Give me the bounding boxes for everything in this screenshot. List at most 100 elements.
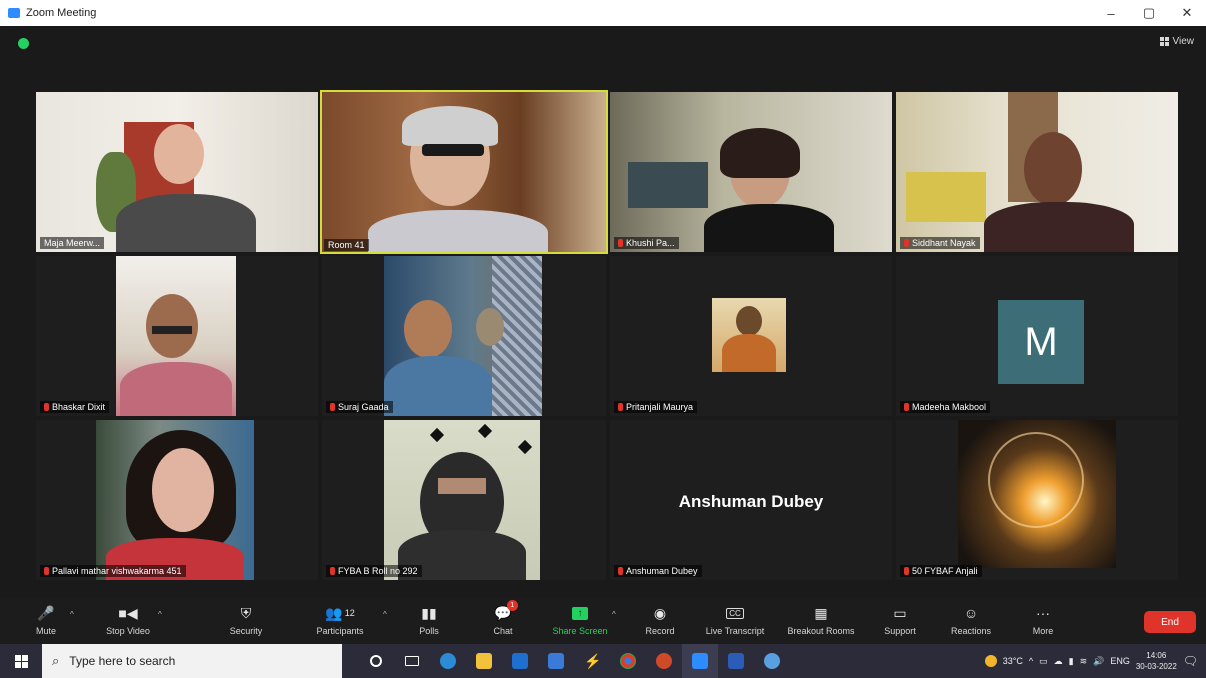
powerpoint-app[interactable]: [646, 644, 682, 678]
support-button[interactable]: ▭ Support: [880, 602, 920, 637]
stop-video-button[interactable]: ■◀ Stop Video: [98, 602, 158, 637]
zoom-app[interactable]: [682, 644, 718, 678]
breakout-rooms-button[interactable]: ▦ Breakout Rooms: [782, 602, 860, 637]
video-tile[interactable]: Pallavi mathar vishwakarma 451: [36, 420, 318, 580]
mic-muted-icon: [618, 567, 623, 575]
zoom-logo-icon: [8, 8, 20, 18]
participants-count: 12: [344, 608, 355, 618]
video-tile[interactable]: 50 FYBAF Anjali: [896, 420, 1178, 580]
maximize-button[interactable]: ▢: [1130, 0, 1168, 26]
video-options-chevron-icon[interactable]: ^: [158, 610, 162, 619]
participant-name: Anshuman Dubey: [614, 565, 702, 577]
mail-app[interactable]: [502, 644, 538, 678]
winamp-app[interactable]: ⚡: [574, 644, 610, 678]
encryption-shield-icon[interactable]: [18, 38, 29, 49]
chrome-icon: [620, 653, 636, 669]
breakout-rooms-icon: ▦: [814, 604, 828, 621]
windows-logo-icon: [14, 654, 28, 668]
word-app[interactable]: [718, 644, 754, 678]
title-bar: Zoom Meeting – ▢ ✕: [0, 0, 1206, 26]
mute-button[interactable]: 🎤 Mute: [30, 602, 62, 637]
weather-temperature[interactable]: 33°C: [1003, 656, 1023, 666]
network-icon[interactable]: ▭: [1039, 656, 1048, 667]
clock[interactable]: 14:06 30-03-2022: [1136, 650, 1177, 672]
grid-view-icon: [1159, 37, 1169, 46]
share-screen-button[interactable]: ↑ Share Screen: [548, 602, 612, 636]
mic-muted-icon: [618, 239, 623, 247]
wifi-icon[interactable]: ≋: [1080, 656, 1088, 667]
powerpoint-icon: [656, 653, 672, 669]
end-meeting-button[interactable]: End: [1144, 611, 1196, 633]
more-dots-icon: ···: [1036, 605, 1050, 621]
chat-button[interactable]: 💬 1 Chat: [488, 600, 518, 636]
word-icon: [728, 653, 744, 669]
video-tile[interactable]: Maja Meerw...: [36, 92, 318, 252]
video-camera-icon: ■◀: [118, 604, 138, 621]
minimize-button[interactable]: –: [1092, 0, 1130, 26]
live-transcript-button[interactable]: CC Live Transcript: [700, 602, 770, 636]
meeting-controls: 🎤 Mute ^ ■◀ Stop Video ^ ⛨ Security 👥 12 …: [0, 598, 1206, 644]
gallery-view: View Maja Meerw... Room 41 Khushi Pa... …: [0, 26, 1206, 598]
participant-name: Room 41: [324, 239, 369, 251]
participant-name: Madeeha Makbool: [900, 401, 991, 413]
search-icon: ⌕: [52, 653, 60, 668]
taskbar-search-box[interactable]: ⌕ Type here to search: [42, 644, 342, 678]
system-tray: 33°C ^ ▭ ☁ ▮ ≋ 🔊 ENG 14:06 30-03-2022 🗨: [984, 644, 1206, 678]
view-button[interactable]: View: [1159, 36, 1195, 47]
audio-options-chevron-icon[interactable]: ^: [70, 610, 74, 619]
volume-icon[interactable]: 🔊: [1093, 656, 1104, 667]
video-tile[interactable]: Anshuman Dubey Anshuman Dubey: [610, 420, 892, 580]
close-button[interactable]: ✕: [1168, 0, 1206, 26]
video-tile[interactable]: M Madeeha Makbool: [896, 256, 1178, 416]
video-tile[interactable]: Suraj Gaada: [322, 256, 606, 416]
video-tile[interactable]: Siddhant Nayak: [896, 92, 1178, 252]
cortana-button[interactable]: [358, 644, 394, 678]
security-button[interactable]: ⛨ Security: [226, 602, 266, 637]
browser-app[interactable]: [754, 644, 790, 678]
record-button[interactable]: ◉ Record: [640, 602, 680, 637]
video-tile[interactable]: FYBA B Roll no 292: [322, 420, 606, 580]
participant-display-name: Anshuman Dubey: [678, 492, 824, 511]
edge-app[interactable]: [430, 644, 466, 678]
globe-icon: [764, 653, 780, 669]
share-options-chevron-icon[interactable]: ^: [612, 610, 616, 619]
mic-muted-icon: [904, 567, 909, 575]
share-screen-icon: ↑: [572, 602, 588, 624]
dropbox-icon: [548, 653, 564, 669]
chrome-app[interactable]: [610, 644, 646, 678]
participant-name: Maja Meerw...: [40, 237, 105, 249]
zoom-icon: [692, 653, 708, 669]
start-button[interactable]: [0, 644, 42, 678]
show-hidden-icons-chevron-icon[interactable]: ^: [1029, 656, 1033, 666]
more-button[interactable]: ··· More: [1026, 602, 1060, 636]
weather-sun-icon: [984, 655, 997, 667]
profile-avatar: M: [998, 300, 1084, 384]
folder-icon: [476, 653, 492, 669]
notifications-icon[interactable]: 🗨: [1183, 654, 1198, 668]
video-tile[interactable]: Khushi Pa...: [610, 92, 892, 252]
record-icon: ◉: [653, 604, 667, 621]
participant-name: 50 FYBAF Anjali: [900, 565, 982, 577]
mic-muted-icon: [904, 239, 909, 247]
dropbox-app[interactable]: [538, 644, 574, 678]
battery-icon[interactable]: ▮: [1069, 656, 1074, 667]
cloud-icon[interactable]: ☁: [1054, 656, 1063, 667]
participants-options-chevron-icon[interactable]: ^: [383, 610, 387, 619]
windows-taskbar: ⌕ Type here to search ⚡ 33°C ^ ▭ ☁ ▮ ≋ 🔊: [0, 644, 1206, 678]
video-tile-active-speaker[interactable]: Room 41: [320, 90, 608, 254]
mic-muted-icon: [618, 403, 623, 411]
language-indicator[interactable]: ENG: [1110, 656, 1130, 666]
view-label: View: [1172, 36, 1195, 47]
clock-date: 30-03-2022: [1135, 662, 1177, 671]
video-tile[interactable]: Bhaskar Dixit: [36, 256, 318, 416]
search-placeholder: Type here to search: [69, 654, 176, 668]
video-tile[interactable]: Pritanjali Maurya: [610, 256, 892, 416]
task-view-button[interactable]: [394, 644, 430, 678]
file-explorer-app[interactable]: [466, 644, 502, 678]
participant-name: Siddhant Nayak: [900, 237, 980, 249]
polls-button[interactable]: ▮▮ Polls: [414, 602, 444, 637]
reactions-button[interactable]: ☺ Reactions: [946, 602, 996, 636]
participant-name: FYBA B Roll no 292: [326, 565, 422, 577]
participants-button[interactable]: 👥 12 Participants: [310, 602, 370, 637]
polls-icon: ▮▮: [421, 604, 437, 621]
